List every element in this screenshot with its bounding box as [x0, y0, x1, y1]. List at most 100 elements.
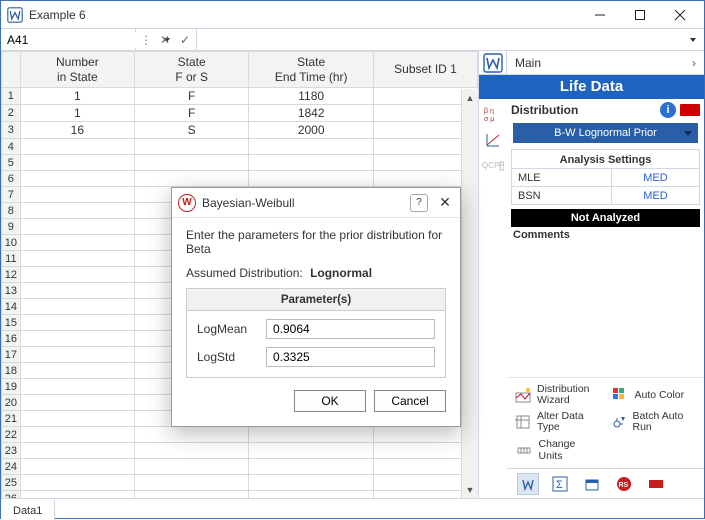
scroll-down-icon[interactable]: ▼: [462, 481, 478, 498]
cell[interactable]: [249, 443, 374, 459]
cell[interactable]: [135, 491, 249, 499]
row-header[interactable]: 7: [2, 187, 21, 203]
status-indicator-icon[interactable]: [680, 104, 700, 116]
cell[interactable]: [20, 347, 134, 363]
cell[interactable]: [249, 427, 374, 443]
cell[interactable]: [20, 459, 134, 475]
table-row[interactable]: 11F1180: [2, 88, 478, 105]
cell[interactable]: [20, 187, 134, 203]
col-header-c[interactable]: State End Time (hr): [249, 52, 374, 88]
cell[interactable]: [249, 459, 374, 475]
cell[interactable]: S: [135, 122, 249, 139]
cell[interactable]: 1842: [249, 105, 374, 122]
col-header-a[interactable]: Number in State: [20, 52, 134, 88]
alter-data-type-button[interactable]: Alter Data Type: [515, 411, 601, 434]
cancel-button[interactable]: Cancel: [374, 390, 446, 412]
red-block-icon[interactable]: [645, 473, 667, 495]
row-header[interactable]: 5: [2, 155, 21, 171]
cell[interactable]: F: [135, 88, 249, 105]
cell[interactable]: 2000: [249, 122, 374, 139]
formula-expand-icon[interactable]: [686, 38, 700, 42]
table-row[interactable]: 21F1842: [2, 105, 478, 122]
row-header[interactable]: 24: [2, 459, 21, 475]
table-row[interactable]: 25: [2, 475, 478, 491]
row-header[interactable]: 13: [2, 283, 21, 299]
cancel-edit-button[interactable]: ✕: [158, 33, 172, 47]
table-row[interactable]: 6: [2, 171, 478, 187]
cell[interactable]: [20, 363, 134, 379]
table-row[interactable]: 24: [2, 459, 478, 475]
cell[interactable]: [135, 427, 249, 443]
cell[interactable]: [20, 299, 134, 315]
cell[interactable]: [135, 155, 249, 171]
plot-icon[interactable]: [482, 129, 504, 151]
select-all-cell[interactable]: [2, 52, 21, 88]
bottom-app-icon[interactable]: [517, 473, 539, 495]
row-header[interactable]: 23: [2, 443, 21, 459]
cell-reference[interactable]: [1, 29, 136, 50]
cell[interactable]: [20, 219, 134, 235]
row-header[interactable]: 2: [2, 105, 21, 122]
row-header[interactable]: 26: [2, 491, 21, 499]
sheet-tab-data1[interactable]: Data1: [1, 499, 55, 520]
row-header[interactable]: 8: [2, 203, 21, 219]
row-header[interactable]: 25: [2, 475, 21, 491]
cell[interactable]: [20, 427, 134, 443]
setting-row[interactable]: BSNMED: [511, 187, 700, 205]
main-label[interactable]: Main: [507, 56, 684, 70]
table-row[interactable]: 5: [2, 155, 478, 171]
cell[interactable]: [20, 443, 134, 459]
cell[interactable]: [20, 139, 134, 155]
cell[interactable]: [20, 171, 134, 187]
info-icon[interactable]: i: [660, 102, 676, 118]
dialog-close-button[interactable]: ✕: [436, 194, 454, 211]
setting-value[interactable]: MED: [611, 187, 700, 205]
row-header[interactable]: 18: [2, 363, 21, 379]
distribution-wizard-button[interactable]: Distribution Wizard: [515, 384, 601, 407]
cell[interactable]: [249, 139, 374, 155]
cell[interactable]: [20, 379, 134, 395]
dialog-help-button[interactable]: ?: [410, 194, 428, 212]
cell[interactable]: [20, 315, 134, 331]
rs-tool-icon[interactable]: RS: [613, 473, 635, 495]
cell[interactable]: [20, 203, 134, 219]
cell[interactable]: [249, 171, 374, 187]
dialog-titlebar[interactable]: W Bayesian-Weibull ? ✕: [172, 188, 460, 218]
auto-color-button[interactable]: Auto Color: [611, 384, 697, 407]
table-row[interactable]: 22: [2, 427, 478, 443]
cell[interactable]: [135, 171, 249, 187]
ok-button[interactable]: OK: [294, 390, 366, 412]
cell[interactable]: [135, 443, 249, 459]
cell[interactable]: 1: [20, 105, 134, 122]
cell[interactable]: [20, 411, 134, 427]
change-units-button[interactable]: Change Units: [515, 438, 601, 462]
row-header[interactable]: 6: [2, 171, 21, 187]
cell[interactable]: [20, 491, 134, 499]
cell[interactable]: [20, 475, 134, 491]
row-header[interactable]: 3: [2, 122, 21, 139]
row-header[interactable]: 12: [2, 267, 21, 283]
minimize-button[interactable]: [580, 2, 620, 28]
batch-auto-run-button[interactable]: Batch Auto Run: [611, 411, 697, 434]
row-header[interactable]: 4: [2, 139, 21, 155]
cell[interactable]: F: [135, 105, 249, 122]
row-header[interactable]: 1: [2, 88, 21, 105]
cell[interactable]: [20, 235, 134, 251]
maximize-button[interactable]: [620, 2, 660, 28]
row-header[interactable]: 14: [2, 299, 21, 315]
table-row[interactable]: 4: [2, 139, 478, 155]
row-header[interactable]: 17: [2, 347, 21, 363]
sigma-tool-icon[interactable]: Σ: [549, 473, 571, 495]
main-app-icon[interactable]: [479, 51, 507, 75]
row-header[interactable]: 21: [2, 411, 21, 427]
row-header[interactable]: 9: [2, 219, 21, 235]
cell[interactable]: [20, 331, 134, 347]
distribution-select[interactable]: B-W Lognormal Prior: [513, 123, 698, 143]
col-header-b[interactable]: State F or S: [135, 52, 249, 88]
row-header[interactable]: 16: [2, 331, 21, 347]
calendar-tool-icon[interactable]: [581, 473, 603, 495]
table-row[interactable]: 26: [2, 491, 478, 499]
formula-input[interactable]: [201, 32, 686, 48]
cell[interactable]: 16: [20, 122, 134, 139]
cell[interactable]: [20, 251, 134, 267]
